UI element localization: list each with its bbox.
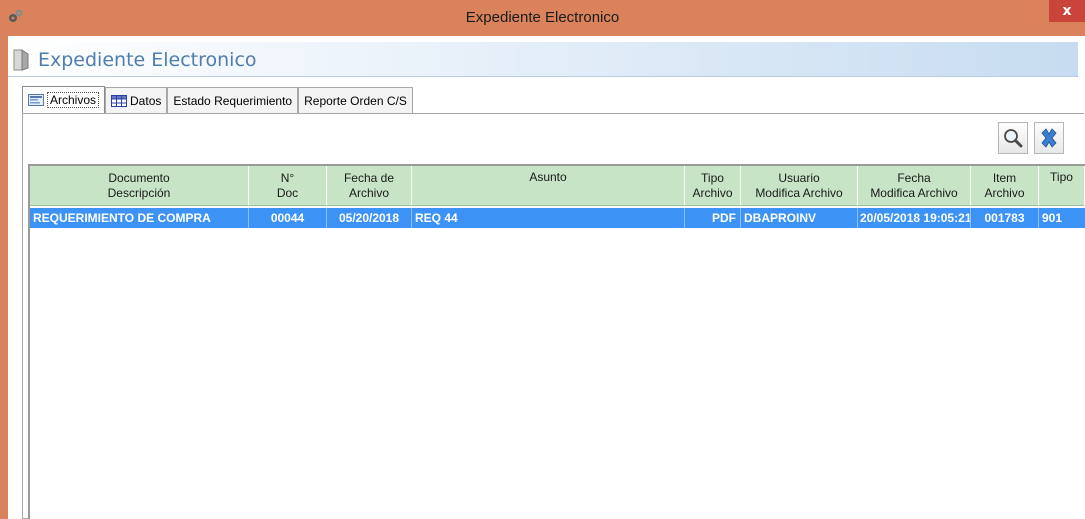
tab-datos-label: Datos xyxy=(130,93,162,108)
tab-archivos[interactable]: Archivos xyxy=(22,86,106,114)
col-header-line: Fecha de xyxy=(343,170,395,185)
col-header-tipo[interactable]: Tipo xyxy=(1039,166,1085,206)
col-header-line: Usuario xyxy=(778,170,820,185)
col-header-num-doc[interactable]: N° Doc xyxy=(249,166,327,206)
col-header-line: Modifica Archivo xyxy=(870,185,958,200)
col-header-item-archivo[interactable]: Item Archivo xyxy=(971,166,1039,206)
table-icon xyxy=(111,94,128,107)
search-icon xyxy=(1004,129,1023,148)
close-button[interactable]: x xyxy=(1049,0,1085,22)
col-header-descripcion[interactable]: Documento Descripción xyxy=(30,166,249,206)
cell-tipo[interactable]: 901 xyxy=(1039,208,1085,228)
col-header-line: Documento xyxy=(108,170,170,185)
files-grid: Documento Descripción N° Doc Fecha de Ar… xyxy=(28,164,1085,519)
cell-fecha-modifica[interactable]: 20/05/2018 19:05:21 xyxy=(858,208,971,228)
col-header-line: Descripción xyxy=(107,185,171,200)
tab-estado-requerimiento[interactable]: Estado Requerimiento xyxy=(167,87,299,113)
col-header-asunto[interactable]: Asunto xyxy=(412,166,685,206)
tab-estado-label: Estado Requerimiento xyxy=(173,93,293,108)
cell-item-archivo[interactable]: 001783 xyxy=(971,208,1039,228)
table-row[interactable]: REQUERIMIENTO DE COMPRA 00044 05/20/2018… xyxy=(30,208,1085,228)
header-band: Expediente Electronico xyxy=(8,42,1078,77)
archive-icon xyxy=(28,94,44,106)
title-bar[interactable]: Expediente Electronico x xyxy=(0,0,1085,36)
search-button[interactable] xyxy=(998,122,1028,154)
col-header-usuario[interactable]: Usuario Modifica Archivo xyxy=(741,166,858,206)
col-header-line: Fecha xyxy=(897,170,931,185)
col-header-line: Tipo xyxy=(701,170,724,185)
tab-reporte-orden[interactable]: Reporte Orden C/S xyxy=(298,87,413,113)
page-title: Expediente Electronico xyxy=(38,49,257,71)
cell-asunto[interactable]: REQ 44 xyxy=(412,208,685,228)
col-header-line: Archivo xyxy=(984,185,1025,200)
grid-header: Documento Descripción N° Doc Fecha de Ar… xyxy=(30,166,1085,206)
col-header-tipo-archivo[interactable]: Tipo Archivo xyxy=(685,166,741,206)
col-header-line: Doc xyxy=(276,185,299,200)
client-area: Expediente Electronico Archivos Datos Es… xyxy=(8,36,1085,519)
tab-bar: Archivos Datos Estado Requerimiento Repo… xyxy=(22,86,413,114)
col-header-line: Archivo xyxy=(348,185,389,200)
tab-reporte-label: Reporte Orden C/S xyxy=(304,93,407,108)
col-header-fecha-archivo[interactable]: Fecha de Archivo xyxy=(327,166,412,206)
tab-datos[interactable]: Datos xyxy=(105,87,168,113)
delete-button[interactable] xyxy=(1034,122,1064,154)
cell-num-doc[interactable]: 00044 xyxy=(249,208,327,228)
col-header-line: Archivo xyxy=(692,185,733,200)
col-header-line: Tipo xyxy=(1050,170,1073,184)
tab-archivos-label: Archivos xyxy=(47,92,100,108)
cell-descripcion[interactable]: REQUERIMIENTO DE COMPRA xyxy=(30,208,249,228)
app-window: Expediente Electronico x Expediente Elec… xyxy=(0,0,1085,519)
document-icon xyxy=(13,49,29,71)
delete-x-icon xyxy=(1041,128,1057,148)
col-header-line: Modifica Archivo xyxy=(755,185,843,200)
cell-tipo-archivo[interactable]: PDF xyxy=(685,208,741,228)
col-header-line: N° xyxy=(280,170,295,185)
window-title: Expediente Electronico xyxy=(465,9,620,26)
col-header-fecha-modifica[interactable]: Fecha Modifica Archivo xyxy=(858,166,971,206)
col-header-line: Item xyxy=(992,170,1017,185)
col-header-line: Asunto xyxy=(529,170,567,184)
cell-usuario[interactable]: DBAPROINV xyxy=(741,208,858,228)
cell-fecha-archivo[interactable]: 05/20/2018 xyxy=(327,208,412,228)
